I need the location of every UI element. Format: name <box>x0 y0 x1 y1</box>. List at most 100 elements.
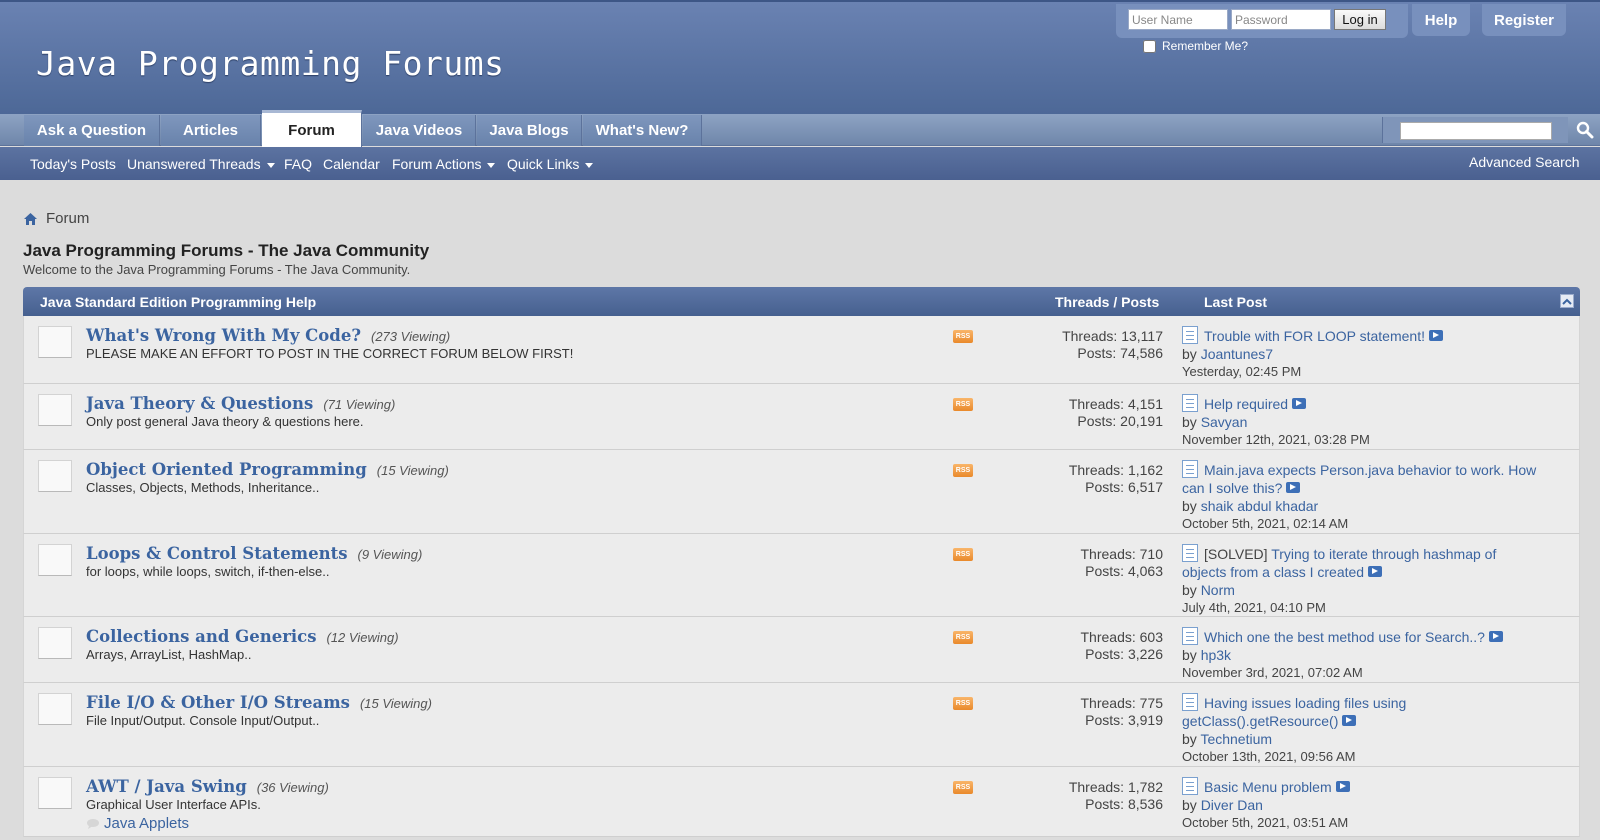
last-post-title[interactable]: Help required <box>1204 396 1288 412</box>
chevron-down-icon <box>487 162 496 168</box>
search-input[interactable] <box>1400 122 1552 140</box>
last-post-user[interactable]: hp3k <box>1201 647 1231 663</box>
last-post: Which one the best method use for Search… <box>1182 627 1542 682</box>
forum-title[interactable]: Object Oriented Programming (15 Viewing) <box>86 460 449 479</box>
tab-ask-a-question[interactable]: Ask a Question <box>24 115 160 146</box>
forum-title-text[interactable]: Loops & Control Statements <box>86 544 348 563</box>
forum-description: Classes, Objects, Methods, Inheritance.. <box>86 480 320 495</box>
goto-last-post-icon[interactable] <box>1368 566 1383 577</box>
forum-title-text[interactable]: Java Theory & Questions <box>86 394 313 413</box>
rss-icon[interactable]: RSS <box>953 631 973 644</box>
forum-list: What's Wrong With My Code? (273 Viewing) … <box>23 316 1580 837</box>
forum-stats: Threads: 13,117 Posts: 74,586 <box>1062 328 1163 362</box>
last-post-user[interactable]: Diver Dan <box>1201 797 1263 813</box>
rss-icon[interactable]: RSS <box>953 330 973 343</box>
login-box: Log in <box>1116 4 1408 38</box>
rss-icon[interactable]: RSS <box>953 781 973 794</box>
last-post-date: November 3rd, 2021, 07:02 AM <box>1182 665 1363 680</box>
last-post-date: October 13th, 2021, 09:56 AM <box>1182 749 1356 764</box>
last-post-user[interactable]: Technetium <box>1200 731 1272 747</box>
last-post-title[interactable]: Trouble with FOR LOOP statement! <box>1204 328 1425 344</box>
home-icon[interactable] <box>23 212 38 226</box>
chevron-down-icon <box>266 162 275 168</box>
forum-title-text[interactable]: Object Oriented Programming <box>86 460 367 479</box>
post-icon <box>1182 627 1198 645</box>
advanced-search-link[interactable]: Advanced Search <box>1469 154 1580 170</box>
tab-whats-new[interactable]: What's New? <box>583 115 702 146</box>
subnav-forum-actions[interactable]: Forum Actions <box>392 156 496 172</box>
post-count: Posts: 8,536 <box>1085 796 1163 812</box>
forum-title-text[interactable]: File I/O & Other I/O Streams <box>86 693 350 712</box>
last-post-date: October 5th, 2021, 03:51 AM <box>1182 815 1349 830</box>
forum-title-text[interactable]: AWT / Java Swing <box>86 777 247 796</box>
forum-title[interactable]: Loops & Control Statements (9 Viewing) <box>86 544 422 563</box>
header: Java Programming Forums Log in Remember … <box>0 0 1600 114</box>
register-button[interactable]: Register <box>1482 4 1566 36</box>
forum-title[interactable]: AWT / Java Swing (36 Viewing) <box>86 777 329 796</box>
last-post-user[interactable]: Joantunes7 <box>1201 346 1273 362</box>
rss-icon[interactable]: RSS <box>953 697 973 710</box>
forum-title-text[interactable]: Collections and Generics <box>86 627 317 646</box>
post-icon <box>1182 394 1198 412</box>
last-post-user[interactable]: Norm <box>1201 582 1235 598</box>
search-button[interactable] <box>1570 117 1600 143</box>
goto-last-post-icon[interactable] <box>1335 781 1350 792</box>
subnav-quick-links[interactable]: Quick Links <box>507 156 594 172</box>
last-post-title[interactable]: Basic Menu problem <box>1204 779 1332 795</box>
forum-status-icon <box>38 326 72 358</box>
forum-description: Arrays, ArrayList, HashMap.. <box>86 647 252 662</box>
post-icon <box>1182 326 1198 344</box>
last-post-user[interactable]: Savyan <box>1201 414 1248 430</box>
last-post-by: by <box>1182 414 1201 430</box>
forum-title-text[interactable]: What's Wrong With My Code? <box>86 326 361 345</box>
forum-viewing: (36 Viewing) <box>256 780 329 795</box>
subnav-faq[interactable]: FAQ <box>284 156 312 172</box>
last-post-title[interactable]: Main.java expects Person.java behavior t… <box>1182 462 1536 496</box>
last-post: [SOLVED] Trying to iterate through hashm… <box>1182 544 1542 617</box>
tab-articles[interactable]: Articles <box>161 115 261 146</box>
subnav-unanswered-threads[interactable]: Unanswered Threads <box>127 156 275 172</box>
subnav-calendar[interactable]: Calendar <box>323 156 380 172</box>
forum-status-icon <box>38 394 72 426</box>
subnav-todays-posts[interactable]: Today's Posts <box>30 156 116 172</box>
tab-java-videos[interactable]: Java Videos <box>363 115 476 146</box>
post-count: Posts: 3,226 <box>1085 646 1163 662</box>
post-count: Posts: 3,919 <box>1085 712 1163 728</box>
help-button[interactable]: Help <box>1412 4 1470 36</box>
forum-description: Only post general Java theory & question… <box>86 414 364 429</box>
chevron-down-icon <box>585 162 594 168</box>
forum-row: What's Wrong With My Code? (273 Viewing) … <box>23 316 1580 384</box>
tab-forum[interactable]: Forum <box>262 110 362 147</box>
last-post-user[interactable]: shaik abdul khadar <box>1201 498 1319 514</box>
forum-status-icon <box>38 693 72 725</box>
goto-last-post-icon[interactable] <box>1488 631 1503 642</box>
forum-title[interactable]: File I/O & Other I/O Streams (15 Viewing) <box>86 693 432 712</box>
collapse-icon[interactable] <box>1560 294 1574 308</box>
main-navbar: Ask a Question Articles Forum Java Video… <box>0 110 1600 147</box>
subnav-quick-links-label: Quick Links <box>507 156 580 172</box>
goto-last-post-icon[interactable] <box>1292 398 1307 409</box>
rss-icon[interactable]: RSS <box>953 398 973 411</box>
goto-last-post-icon[interactable] <box>1286 482 1301 493</box>
category-title[interactable]: Java Standard Edition Programming Help <box>40 294 316 310</box>
forum-title[interactable]: What's Wrong With My Code? (273 Viewing) <box>86 326 450 345</box>
last-post-prefix: [SOLVED] <box>1204 546 1272 562</box>
username-input[interactable] <box>1128 9 1228 30</box>
subforum-label[interactable]: Java Applets <box>104 815 189 832</box>
goto-last-post-icon[interactable] <box>1428 330 1443 341</box>
subforum-link[interactable]: Java Applets <box>86 815 189 832</box>
subnav-unanswered-threads-label: Unanswered Threads <box>127 156 261 172</box>
forum-title[interactable]: Java Theory & Questions (71 Viewing) <box>86 394 395 413</box>
site-logo[interactable]: Java Programming Forums <box>36 44 504 83</box>
forum-title[interactable]: Collections and Generics (12 Viewing) <box>86 627 399 646</box>
tab-java-blogs[interactable]: Java Blogs <box>477 115 582 146</box>
remember-me-checkbox[interactable] <box>1143 39 1156 53</box>
password-input[interactable] <box>1231 9 1331 30</box>
breadcrumb-forum[interactable]: Forum <box>46 210 89 227</box>
rss-icon[interactable]: RSS <box>953 548 973 561</box>
goto-last-post-icon[interactable] <box>1342 715 1357 726</box>
last-post-title[interactable]: Which one the best method use for Search… <box>1204 629 1485 645</box>
rss-icon[interactable]: RSS <box>953 464 973 477</box>
last-post-title[interactable]: Having issues loading files using getCla… <box>1182 695 1406 729</box>
login-button[interactable]: Log in <box>1334 9 1386 30</box>
